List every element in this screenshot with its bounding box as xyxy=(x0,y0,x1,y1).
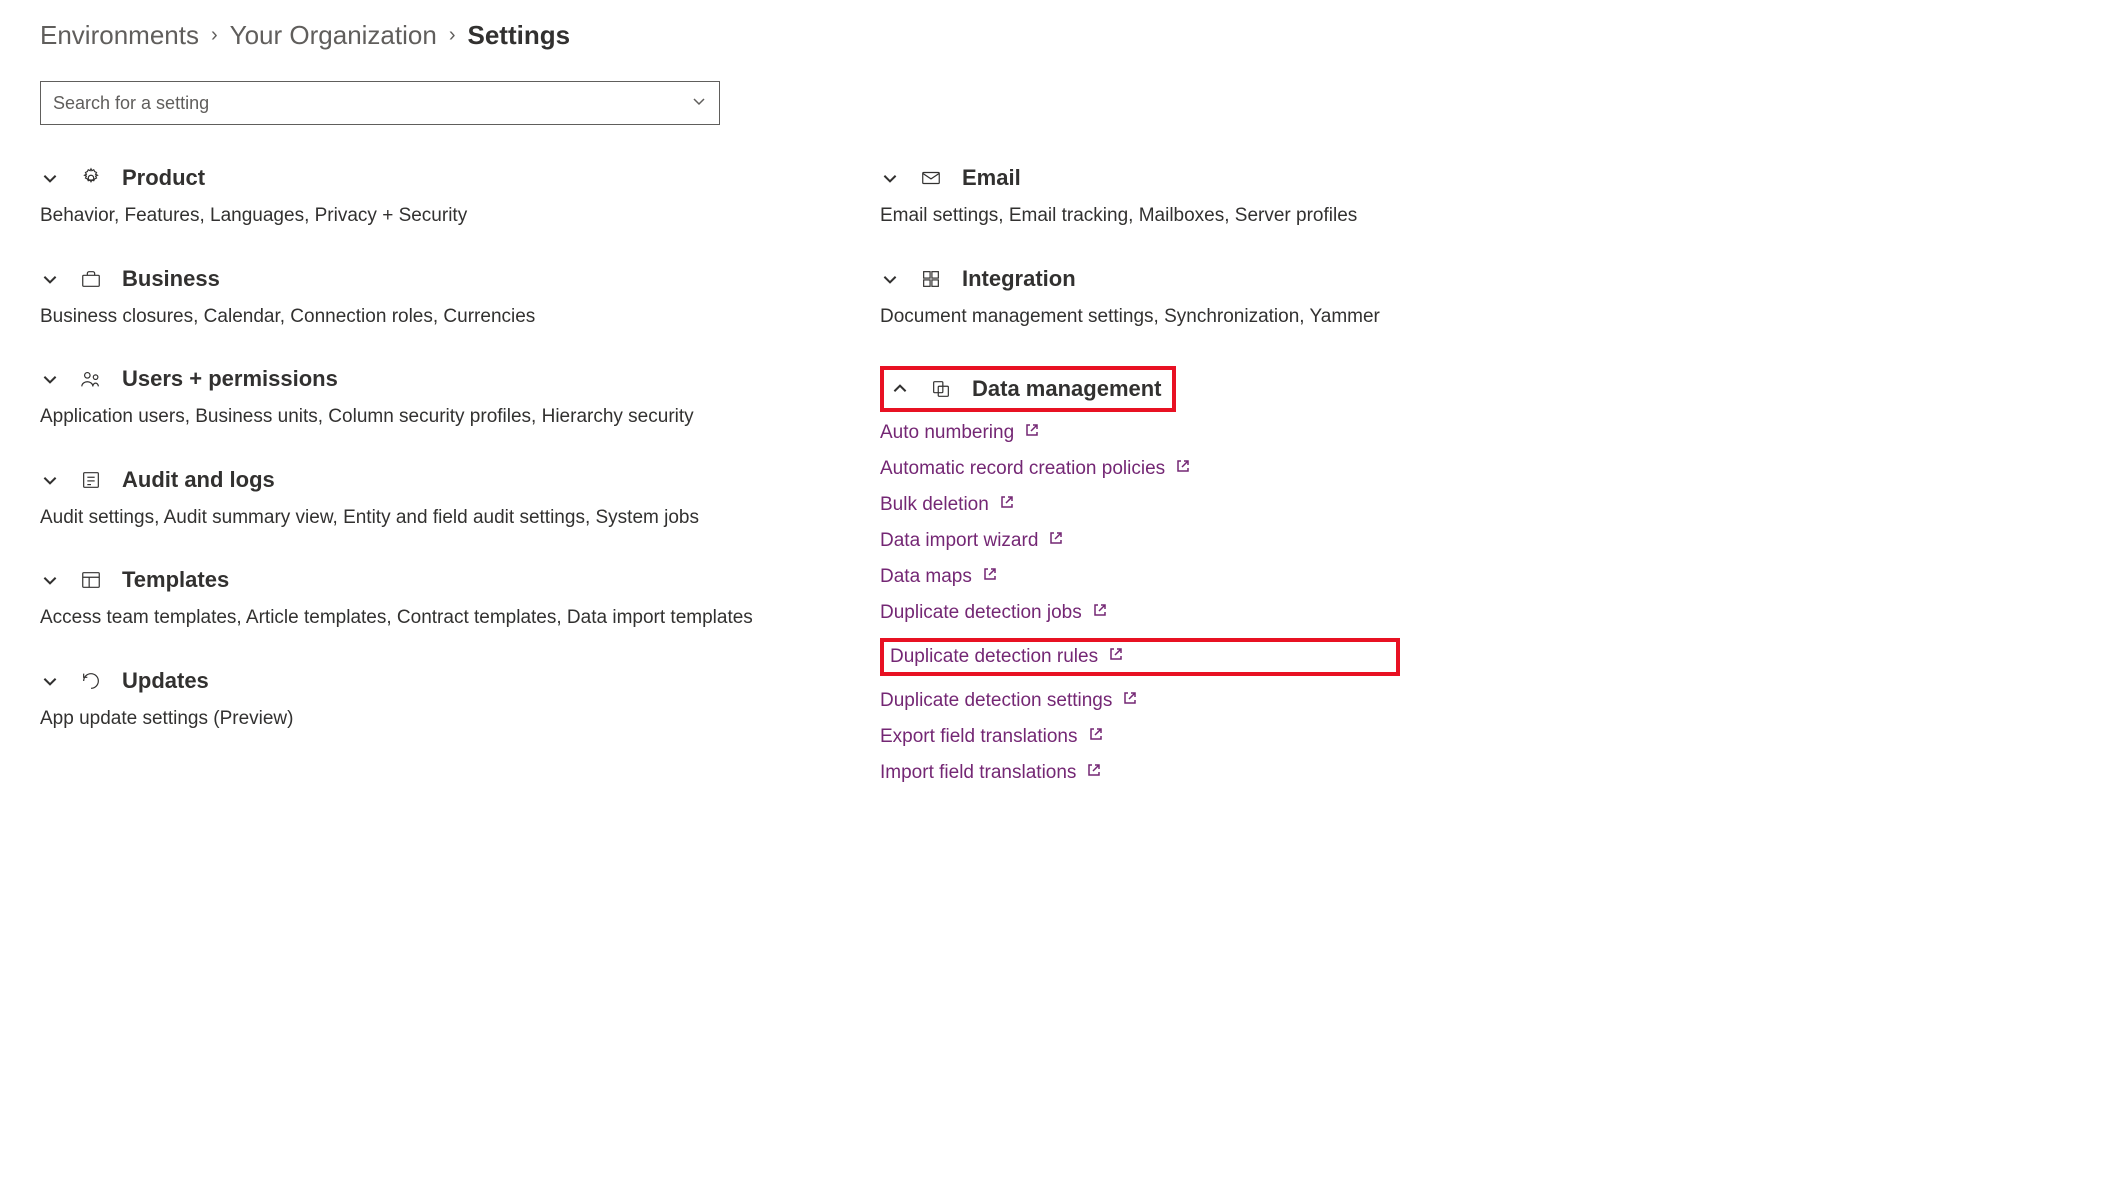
section-desc: Application users, Business units, Colum… xyxy=(40,404,800,431)
mail-icon xyxy=(920,167,942,189)
section-title: Product xyxy=(122,165,205,191)
breadcrumb-organization[interactable]: Your Organization xyxy=(230,20,437,51)
data-management-links: Auto numbering Automatic record creation… xyxy=(880,422,1400,784)
link-bulk-deletion[interactable]: Bulk deletion xyxy=(880,494,1400,516)
section-desc: App update settings (Preview) xyxy=(40,706,800,733)
chevron-down-icon xyxy=(40,671,60,691)
external-link-icon xyxy=(1088,726,1104,748)
link-export-field-translations[interactable]: Export field translations xyxy=(880,726,1400,748)
section-product: Product Behavior, Features, Languages, P… xyxy=(40,165,800,230)
link-data-import-wizard[interactable]: Data import wizard xyxy=(880,530,1400,552)
section-desc: Business closures, Calendar, Connection … xyxy=(40,304,800,331)
chevron-down-icon xyxy=(40,369,60,389)
external-link-icon xyxy=(982,566,998,588)
section-desc: Behavior, Features, Languages, Privacy +… xyxy=(40,203,800,230)
database-icon xyxy=(930,378,952,400)
link-label: Automatic record creation policies xyxy=(880,458,1165,480)
chevron-down-icon xyxy=(40,470,60,490)
section-header-data-management[interactable]: Data management xyxy=(890,376,1162,402)
section-email: Email Email settings, Email tracking, Ma… xyxy=(880,165,1400,230)
external-link-icon xyxy=(1122,690,1138,712)
chevron-up-icon xyxy=(890,379,910,399)
external-link-icon xyxy=(1086,762,1102,784)
link-label: Data maps xyxy=(880,566,972,588)
people-icon xyxy=(80,368,102,390)
section-title: Audit and logs xyxy=(122,467,275,493)
chevron-down-icon xyxy=(40,570,60,590)
section-header-users[interactable]: Users + permissions xyxy=(40,366,800,392)
section-header-templates[interactable]: Templates xyxy=(40,567,800,593)
link-label: Bulk deletion xyxy=(880,494,989,516)
link-data-maps[interactable]: Data maps xyxy=(880,566,1400,588)
link-duplicate-detection-rules[interactable]: Duplicate detection rules xyxy=(890,646,1124,668)
chevron-down-icon[interactable] xyxy=(691,93,707,114)
link-label: Duplicate detection jobs xyxy=(880,602,1082,624)
section-title: Data management xyxy=(972,376,1162,402)
section-title: Integration xyxy=(962,266,1076,292)
section-templates: Templates Access team templates, Article… xyxy=(40,567,800,632)
section-business: Business Business closures, Calendar, Co… xyxy=(40,266,800,331)
breadcrumb: Environments › Your Organization › Setti… xyxy=(40,20,2088,51)
chevron-down-icon xyxy=(880,269,900,289)
link-label: Data import wizard xyxy=(880,530,1038,552)
section-data-management: Data management Auto numbering Automatic… xyxy=(880,366,1400,784)
section-title: Users + permissions xyxy=(122,366,338,392)
external-link-icon xyxy=(1108,646,1124,668)
chevron-right-icon: › xyxy=(211,24,218,47)
section-title: Business xyxy=(122,266,220,292)
link-label: Export field translations xyxy=(880,726,1078,748)
highlight-data-management: Data management xyxy=(880,366,1176,412)
external-link-icon xyxy=(1024,422,1040,444)
external-link-icon xyxy=(999,494,1015,516)
section-audit: Audit and logs Audit settings, Audit sum… xyxy=(40,467,800,532)
section-desc: Audit settings, Audit summary view, Enti… xyxy=(40,505,800,532)
search-input[interactable] xyxy=(53,93,691,114)
chevron-down-icon xyxy=(40,168,60,188)
chevron-right-icon: › xyxy=(449,24,456,47)
refresh-icon xyxy=(80,670,102,692)
link-label: Auto numbering xyxy=(880,422,1014,444)
right-column: Email Email settings, Email tracking, Ma… xyxy=(880,165,1400,820)
section-header-audit[interactable]: Audit and logs xyxy=(40,467,800,493)
section-desc: Document management settings, Synchroniz… xyxy=(880,304,1400,331)
link-auto-numbering[interactable]: Auto numbering xyxy=(880,422,1400,444)
section-desc: Email settings, Email tracking, Mailboxe… xyxy=(880,203,1400,230)
section-title: Templates xyxy=(122,567,229,593)
section-updates: Updates App update settings (Preview) xyxy=(40,668,800,733)
section-header-product[interactable]: Product xyxy=(40,165,800,191)
breadcrumb-environments[interactable]: Environments xyxy=(40,20,199,51)
link-duplicate-detection-settings[interactable]: Duplicate detection settings xyxy=(880,690,1400,712)
templates-icon xyxy=(80,569,102,591)
section-desc: Access team templates, Article templates… xyxy=(40,605,800,632)
section-header-integration[interactable]: Integration xyxy=(880,266,1400,292)
external-link-icon xyxy=(1048,530,1064,552)
grid-icon xyxy=(920,268,942,290)
search-box[interactable] xyxy=(40,81,720,125)
breadcrumb-current: Settings xyxy=(468,20,571,51)
link-label: Duplicate detection rules xyxy=(890,646,1098,668)
briefcase-icon xyxy=(80,268,102,290)
link-label: Import field translations xyxy=(880,762,1076,784)
section-integration: Integration Document management settings… xyxy=(880,266,1400,331)
link-import-field-translations[interactable]: Import field translations xyxy=(880,762,1400,784)
link-duplicate-detection-jobs[interactable]: Duplicate detection jobs xyxy=(880,602,1400,624)
chevron-down-icon xyxy=(40,269,60,289)
highlight-duplicate-detection-rules: Duplicate detection rules xyxy=(880,638,1400,676)
left-column: Product Behavior, Features, Languages, P… xyxy=(40,165,800,820)
external-link-icon xyxy=(1092,602,1108,624)
gear-icon xyxy=(80,167,102,189)
list-icon xyxy=(80,469,102,491)
external-link-icon xyxy=(1175,458,1191,480)
section-title: Email xyxy=(962,165,1021,191)
link-label: Duplicate detection settings xyxy=(880,690,1112,712)
chevron-down-icon xyxy=(880,168,900,188)
section-header-updates[interactable]: Updates xyxy=(40,668,800,694)
section-title: Updates xyxy=(122,668,209,694)
link-auto-record-creation[interactable]: Automatic record creation policies xyxy=(880,458,1400,480)
section-users: Users + permissions Application users, B… xyxy=(40,366,800,431)
section-header-business[interactable]: Business xyxy=(40,266,800,292)
section-header-email[interactable]: Email xyxy=(880,165,1400,191)
